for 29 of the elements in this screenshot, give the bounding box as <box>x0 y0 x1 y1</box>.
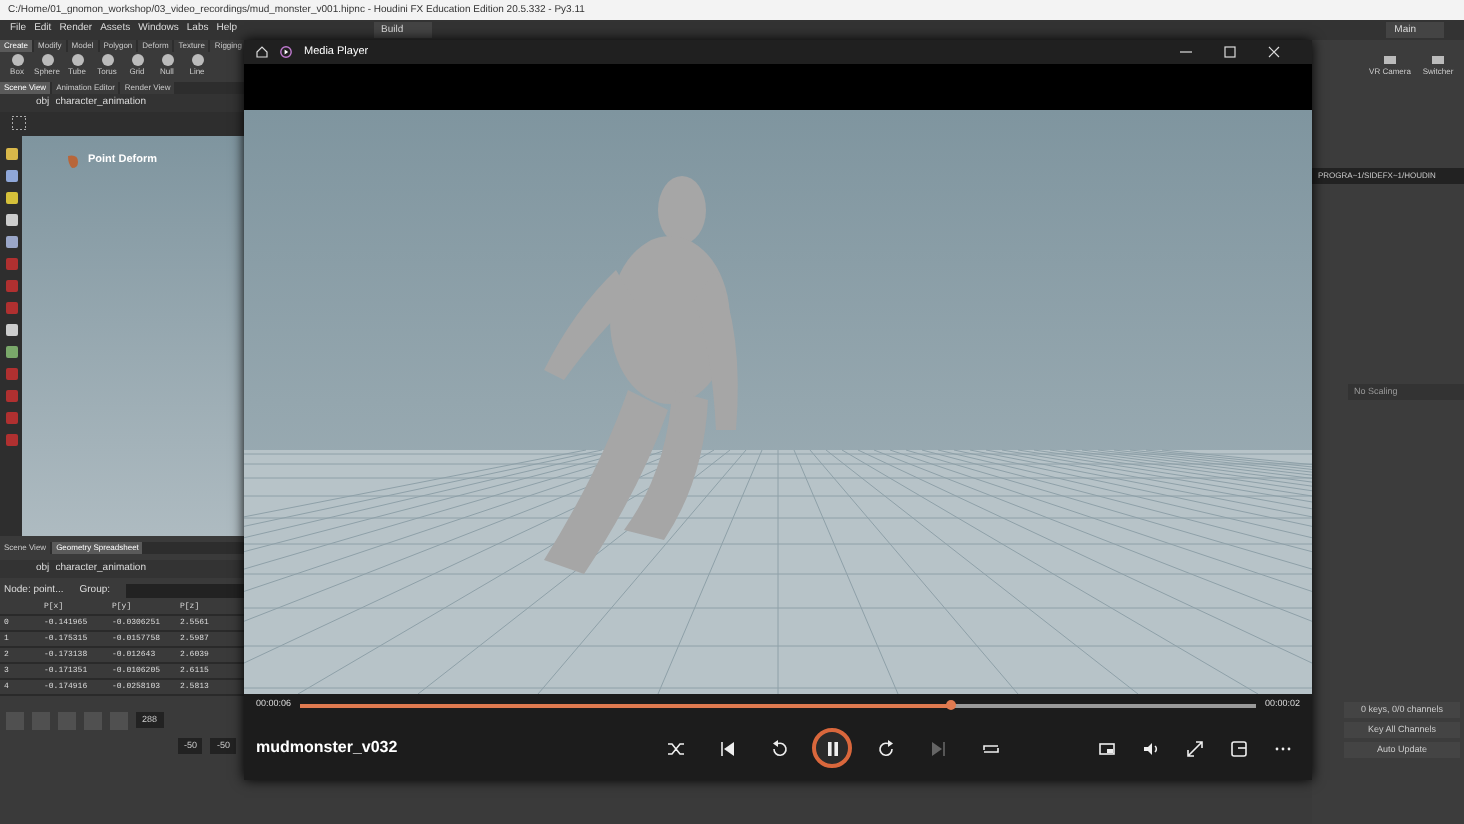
shape-icon <box>11 54 23 66</box>
shape-icon <box>131 54 143 66</box>
track-title: mudmonster_v032 <box>256 736 400 760</box>
seek-thumb[interactable] <box>946 699 957 709</box>
expand-icon <box>1185 739 1203 757</box>
miniplayer-icon <box>1097 739 1115 757</box>
close-icon[interactable] <box>1268 46 1280 58</box>
minimize-icon[interactable] <box>1180 46 1192 58</box>
group-field[interactable] <box>126 584 244 598</box>
volume-icon <box>1141 739 1159 757</box>
node-icon <box>66 153 80 168</box>
rewind-icon <box>769 739 787 757</box>
previous-icon <box>717 739 735 757</box>
grid-icon[interactable] <box>12 116 26 130</box>
shape-icon <box>101 54 113 66</box>
play-circle-icon <box>280 46 292 58</box>
shape-icon <box>191 54 203 66</box>
shape-icon <box>161 54 173 66</box>
shuffle-icon <box>665 739 683 757</box>
maximize-icon[interactable] <box>1224 46 1236 58</box>
shape-icon <box>71 54 83 66</box>
pause-button[interactable] <box>812 728 852 768</box>
home-icon[interactable] <box>256 46 268 58</box>
window-icon <box>1229 739 1247 757</box>
shape-icon <box>41 54 53 66</box>
pause-icon <box>823 739 841 757</box>
next-icon <box>929 739 947 757</box>
repeat-icon <box>981 739 999 757</box>
forward-icon <box>877 739 895 757</box>
